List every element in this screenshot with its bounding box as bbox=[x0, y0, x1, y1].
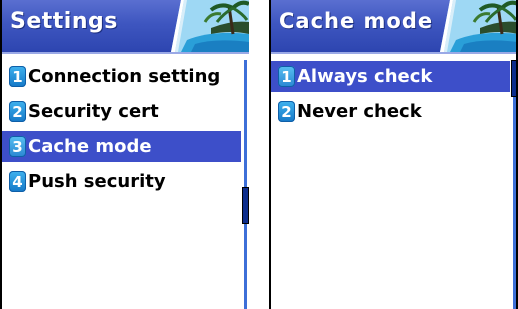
beach-palm-icon bbox=[440, 0, 518, 52]
number-2-icon: 2 bbox=[278, 101, 295, 122]
screen-border bbox=[0, 0, 2, 309]
menu-item-label: Push security bbox=[28, 171, 166, 192]
menu-item-connection-setting[interactable]: 1 Connection setting bbox=[2, 61, 241, 92]
number-2-icon: 2 bbox=[9, 101, 26, 122]
menu-item-label: Cache mode bbox=[28, 136, 152, 157]
number-4-icon: 4 bbox=[9, 171, 26, 192]
scroll-thumb[interactable] bbox=[242, 187, 249, 224]
menu-item-never-check[interactable]: 2 Never check bbox=[271, 96, 510, 127]
title-bar: Settings bbox=[0, 0, 249, 54]
number-3-icon: 3 bbox=[9, 136, 26, 157]
title-bar: Cache mode bbox=[269, 0, 518, 54]
menu-item-security-cert[interactable]: 2 Security cert bbox=[2, 96, 241, 127]
settings-screen: Settings 1 Connection setting 2 Security… bbox=[0, 0, 249, 309]
beach-palm-icon bbox=[171, 0, 249, 52]
screen-title: Cache mode bbox=[279, 9, 434, 33]
menu-item-cache-mode[interactable]: 3 Cache mode bbox=[2, 131, 241, 162]
number-1-icon: 1 bbox=[278, 66, 295, 87]
number-1-icon: 1 bbox=[9, 66, 26, 87]
scroll-track bbox=[244, 60, 247, 309]
menu-item-label: Always check bbox=[297, 66, 433, 87]
menu-item-always-check[interactable]: 1 Always check bbox=[271, 61, 510, 92]
menu-item-label: Security cert bbox=[28, 101, 159, 122]
screen-title: Settings bbox=[10, 9, 118, 34]
cache-mode-screen: Cache mode 1 Always check 2 Never check bbox=[269, 0, 518, 309]
menu-item-label: Connection setting bbox=[28, 66, 221, 87]
menu-item-push-security[interactable]: 4 Push security bbox=[2, 166, 241, 197]
menu-item-label: Never check bbox=[297, 101, 422, 122]
settings-menu: 1 Connection setting 2 Security cert 3 C… bbox=[2, 61, 241, 201]
cache-mode-menu: 1 Always check 2 Never check bbox=[271, 61, 510, 131]
screen-border bbox=[269, 0, 271, 309]
scrollbar[interactable] bbox=[242, 60, 249, 309]
